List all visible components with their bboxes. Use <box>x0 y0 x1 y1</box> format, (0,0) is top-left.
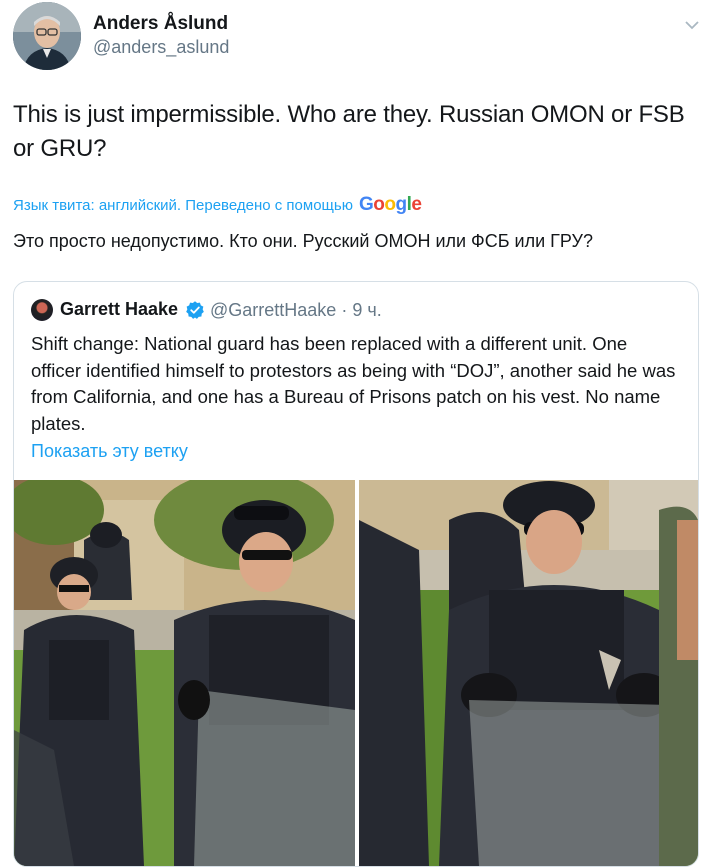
translated-text: Это просто недопустимо. Кто они. Русский… <box>13 231 593 251</box>
photo-right[interactable] <box>359 480 698 866</box>
author-display-name[interactable]: Anders Åslund <box>93 13 228 35</box>
translation-notice: Язык твита: английский. Переведено с пом… <box>13 194 422 216</box>
quoted-author-name[interactable]: Garrett Haake <box>60 299 178 320</box>
tweet-text: This is just impermissible. Who are they… <box>13 101 685 162</box>
quoted-media-grid <box>14 480 698 866</box>
chevron-down-icon[interactable] <box>683 16 701 34</box>
photo-left[interactable] <box>14 480 355 866</box>
author-avatar[interactable] <box>13 2 81 70</box>
quoted-author-avatar[interactable] <box>31 299 53 321</box>
quoted-handle-time[interactable]: @GarrettHaake · 9 ч. <box>210 300 382 321</box>
tweet-header: Anders Åslund @anders_aslund <box>13 2 703 72</box>
quoted-tweet-card[interactable]: Garrett Haake @GarrettHaake · 9 ч. Shift… <box>13 281 699 867</box>
author-avatar-image <box>13 2 81 70</box>
show-thread-link[interactable]: Показать эту ветку <box>31 441 188 462</box>
translation-label[interactable]: Язык твита: английский. Переведено с пом… <box>13 197 353 214</box>
officers-photo-left <box>14 480 355 866</box>
author-handle[interactable]: @anders_aslund <box>93 37 229 58</box>
officers-photo-right <box>359 480 698 866</box>
verified-badge-icon <box>186 301 204 319</box>
quoted-tweet-text: Shift change: National guard has been re… <box>31 333 676 434</box>
google-logo: Google <box>358 194 422 215</box>
